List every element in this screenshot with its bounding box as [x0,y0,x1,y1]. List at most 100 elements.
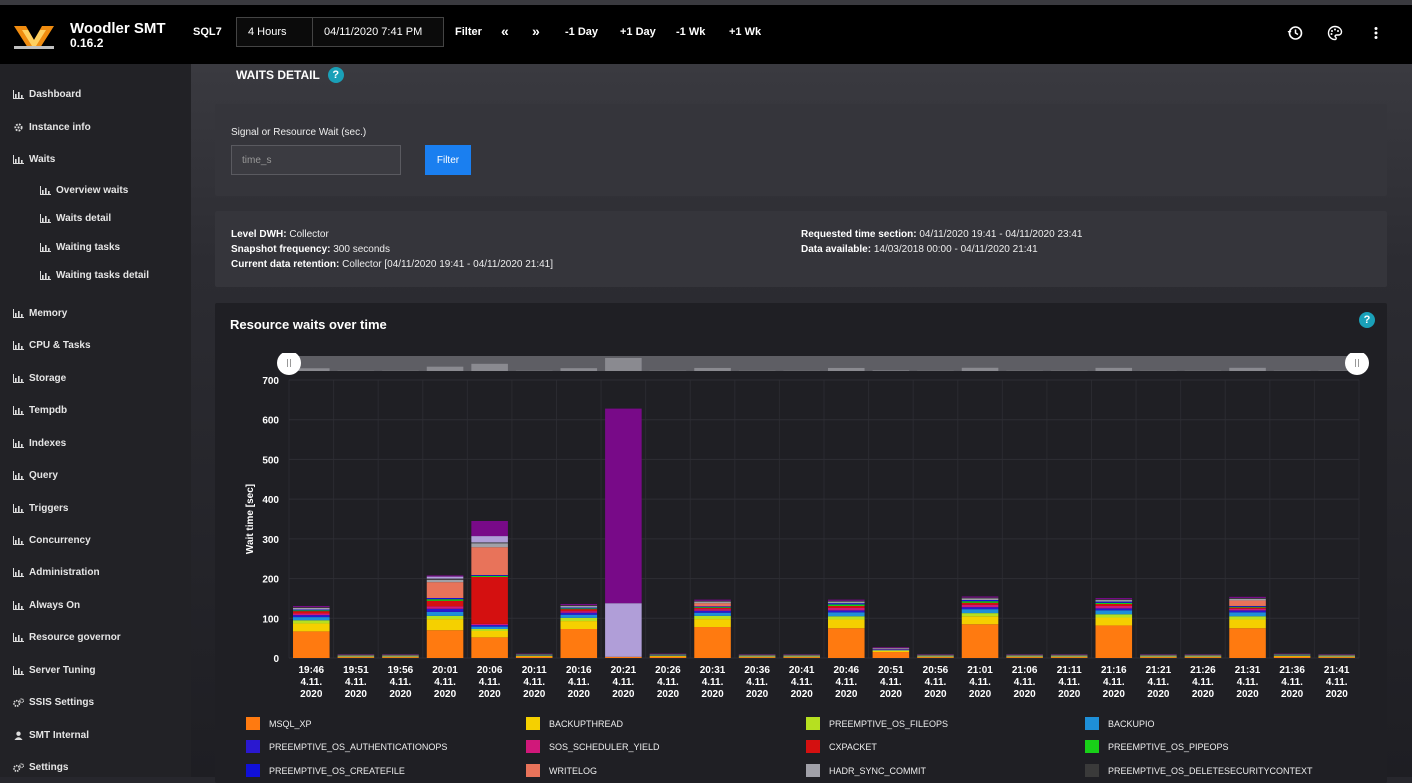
legend-item[interactable]: WRITELOG [526,764,597,777]
sidebar-item-triggers[interactable]: Triggers [13,503,68,514]
help-icon[interactable]: ? [328,67,344,83]
wait-filter-input[interactable]: time_s [231,145,401,175]
filter-button[interactable]: Filter [425,145,471,175]
bar-segment [471,576,508,577]
legend-item[interactable]: CXPACKET [806,740,877,753]
bar-segment [471,631,508,637]
minus-day-button[interactable]: -1 Day [565,26,598,38]
x-tick-label: 4.11. [835,677,857,688]
legend-item[interactable]: BACKUPIO [1085,717,1155,730]
bar-segment [382,656,419,657]
bar-segment [427,580,464,582]
bar-segment [427,619,464,630]
bar-segment [561,609,598,611]
legend-item[interactable]: PREEMPTIVE_OS_DELETESECURITYCONTEXT [1085,764,1313,777]
sidebar-item-storage[interactable]: Storage [13,373,66,384]
bar-segment [1140,656,1177,657]
legend-item[interactable]: BACKUPTHREAD [526,717,623,730]
sidebar-item-indexes[interactable]: Indexes [13,438,66,449]
legend-item[interactable]: SOS_SCHEDULER_YIELD [526,740,660,753]
bar-segment [873,652,910,658]
bar-segment [1185,656,1222,657]
bar-segment [561,613,598,615]
range-slider-mini-bar [471,364,508,371]
bar-segment [828,602,865,604]
requested-value: 04/11/2020 19:41 - 04/11/2020 23:41 [919,229,1082,240]
range-select[interactable]: 4 Hours [236,17,313,47]
bar-segment [471,575,508,576]
x-tick-label: 2020 [1058,689,1081,700]
bar-segment [1096,600,1133,602]
main-content: WAITS DETAIL ? Signal or Resource Wait (… [191,64,1412,777]
sidebar-item-resource-governor[interactable]: Resource governor [13,632,121,643]
next-range-icon[interactable]: » [532,23,540,39]
sidebar-item-tempdb[interactable]: Tempdb [13,405,67,416]
bar-segment [427,582,464,598]
sidebar-item-memory[interactable]: Memory [13,308,67,319]
datetime-input[interactable]: 04/11/2020 7:41 PM [312,17,444,47]
legend-label: MSQL_XP [269,719,312,729]
header-filter-button[interactable]: Filter [455,26,482,38]
more-vertical-icon[interactable] [1368,25,1384,41]
legend-swatch [526,717,540,730]
bar-segment [1096,602,1133,603]
bar-segment [338,656,375,657]
range-slider-handle[interactable] [277,353,301,375]
bar-segment [828,604,865,606]
instance-selector[interactable]: SQL7 [193,26,222,38]
bar-segment [471,542,508,543]
legend-item[interactable]: PREEMPTIVE_OS_PIPEOPS [1085,740,1229,753]
chart-help-icon[interactable]: ? [1359,312,1375,328]
sidebar-item-settings[interactable]: Settings [13,762,68,773]
sidebar-item-waits-detail[interactable]: Waits detail [40,213,111,224]
prev-range-icon[interactable]: « [501,23,509,39]
bar-segment [917,657,954,658]
sidebar-item-administration[interactable]: Administration [13,567,100,578]
plus-day-button[interactable]: +1 Day [620,26,656,38]
sidebar-item-query[interactable]: Query [13,470,58,481]
sidebar-item-label: Tempdb [29,405,67,416]
bar-segment [962,616,999,624]
history-icon[interactable] [1287,25,1303,41]
bar-segment [561,608,598,609]
user-icon [13,731,24,740]
sidebar-item-smt-internal[interactable]: SMT Internal [13,730,89,741]
legend-swatch [246,764,260,777]
range-slider-mini-bar [427,367,464,371]
sidebar-item-label: SMT Internal [29,730,89,741]
sidebar-item-waiting-tasks-detail[interactable]: Waiting tasks detail [40,270,149,281]
legend-item[interactable]: MSQL_XP [246,717,312,730]
legend-item[interactable]: PREEMPTIVE_OS_CREATEFILE [246,764,405,777]
bar-segment [293,617,330,620]
y-tick-label: 100 [262,614,279,625]
bar-segment [1318,656,1355,657]
legend-item[interactable]: HADR_SYNC_COMMIT [806,764,926,777]
x-tick-label: 20:36 [744,665,770,676]
bar-segment [650,657,687,658]
legend-swatch [1085,717,1099,730]
range-slider-handle[interactable] [1345,353,1369,375]
sidebar-item-server-tuning[interactable]: Server Tuning [13,665,96,676]
legend-item[interactable]: PREEMPTIVE_OS_AUTHENTICATIONOPS [246,740,447,753]
bar-segment [561,618,598,621]
minus-week-button[interactable]: -1 Wk [676,26,705,38]
sidebar-item-cpu-tasks[interactable]: CPU & Tasks [13,340,91,351]
bar-segment [293,610,330,611]
chart-icon [13,309,24,318]
plus-week-button[interactable]: +1 Wk [729,26,761,38]
requested-label: Requested time section: [801,229,917,240]
sidebar-item-concurrency[interactable]: Concurrency [13,535,91,546]
sidebar-item-waiting-tasks[interactable]: Waiting tasks [40,242,120,253]
legend-swatch [1085,740,1099,753]
palette-icon[interactable] [1327,25,1343,41]
x-tick-label: 4.11. [568,677,590,688]
legend-item[interactable]: PREEMPTIVE_OS_FILEOPS [806,717,948,730]
sidebar-item-instance-info[interactable]: Instance info [13,122,91,133]
sidebar-item-dashboard[interactable]: Dashboard [13,89,81,100]
sidebar-item-always-on[interactable]: Always On [13,600,80,611]
bar-segment [1274,656,1311,657]
sidebar-item-overview-waits[interactable]: Overview waits [40,185,128,196]
bar-segment [561,608,598,609]
sidebar-item-ssis-settings[interactable]: SSIS Settings [13,697,94,708]
sidebar-item-waits[interactable]: Waits [13,154,55,165]
